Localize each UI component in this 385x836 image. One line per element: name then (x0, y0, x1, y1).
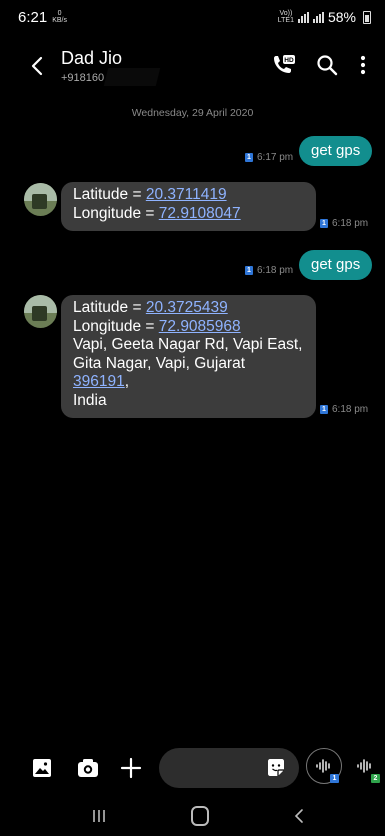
hd-call-icon[interactable]: HD (270, 53, 296, 77)
camera-icon[interactable] (77, 758, 99, 778)
menu-icon[interactable] (352, 53, 374, 77)
message-timestamp: 1 6:18 pm (320, 404, 368, 415)
contact-avatar[interactable] (24, 183, 57, 216)
outgoing-message-bubble[interactable]: get gps (299, 136, 373, 166)
status-bar: 6:21 0 KB/s Vo)) LTE1 58% (0, 0, 385, 34)
timestamp-text: 6:18 pm (332, 404, 369, 415)
plus-icon[interactable] (120, 757, 142, 779)
timestamp-text: 6:18 pm (332, 218, 369, 229)
sim-2-badge: 2 (371, 774, 380, 783)
timestamp-text: 6:18 pm (257, 265, 294, 276)
network-speed: 0 KB/s (52, 10, 67, 24)
contact-name[interactable]: Dad Jio (61, 48, 122, 69)
pincode-link[interactable]: 396191 (73, 373, 125, 390)
longitude-link[interactable]: 72.9108047 (159, 205, 241, 222)
message-timestamp: 1 6:18 pm (320, 218, 368, 229)
sim-1-icon: 1 (320, 219, 328, 228)
redaction-mark (103, 68, 161, 86)
svg-text:HD: HD (284, 57, 294, 64)
message-composer: 1 2 (0, 744, 385, 792)
longitude-line: Longitude = 72.9108047 (73, 205, 304, 224)
address-comma: , (124, 373, 130, 390)
lte-label: LTE1 (277, 17, 294, 24)
date-divider: Wednesday, 29 April 2020 (131, 107, 254, 119)
longitude-link[interactable]: 72.9085968 (159, 318, 241, 335)
latitude-line: Latitude = 20.3725439 (73, 299, 304, 318)
address-line-3: India (73, 391, 107, 409)
signal-2-icon (312, 11, 324, 23)
latitude-link[interactable]: 20.3725439 (146, 299, 228, 316)
message-timestamp: 1 6:17 pm (245, 152, 293, 163)
signal-1-icon (297, 11, 309, 23)
nav-back-icon[interactable] (292, 808, 306, 824)
latitude-label: Latitude = (73, 299, 146, 316)
sim-1-icon: 1 (245, 153, 253, 162)
message-timestamp: 1 6:18 pm (245, 265, 293, 276)
home-icon[interactable] (191, 806, 209, 826)
latitude-link[interactable]: 20.3711419 (146, 186, 227, 203)
contact-number: +918160 (61, 72, 105, 84)
sim-1-icon: 1 (245, 266, 253, 275)
network-speed-unit: KB/s (52, 17, 67, 24)
status-time: 6:21 (18, 8, 48, 26)
address-text: Gita Nagar, Vapi, Gujarat (73, 354, 246, 372)
sticker-icon[interactable] (266, 758, 286, 778)
incoming-message-bubble[interactable]: Latitude = 20.3725439 Longitude = 72.908… (61, 295, 316, 418)
navigation-bar (0, 792, 385, 836)
search-icon[interactable] (316, 54, 338, 76)
longitude-line: Longitude = 72.9085968 (73, 318, 304, 337)
timestamp-text: 6:17 pm (257, 152, 294, 163)
longitude-label: Longitude = (73, 204, 159, 222)
address-line-1: Vapi, Geeta Nagar Rd, Vapi East, (73, 336, 303, 353)
voice-wave-icon (357, 759, 371, 773)
latitude-line: Latitude = 20.3711419 (73, 186, 304, 205)
battery-percent: 58% (327, 9, 356, 25)
contact-avatar[interactable] (24, 295, 57, 328)
volte-label: Vo)) (279, 10, 293, 17)
back-icon[interactable] (26, 54, 50, 78)
conversation-header: Dad Jio +918160 HD (0, 40, 385, 92)
battery-icon (363, 10, 371, 24)
address-line-2: Gita Nagar, Vapi, Gujarat 396191, (73, 355, 304, 392)
network-speed-value: 0 (57, 10, 62, 17)
sim-1-badge: 1 (330, 774, 339, 783)
recents-icon[interactable] (91, 808, 107, 824)
incoming-message-bubble[interactable]: Latitude = 20.3711419 Longitude = 72.910… (61, 182, 316, 231)
outgoing-message-bubble[interactable]: get gps (299, 250, 373, 280)
gallery-icon[interactable] (32, 758, 52, 778)
volte-indicator: Vo)) LTE1 (278, 10, 294, 24)
sim-1-icon: 1 (320, 405, 328, 414)
latitude-label: Latitude = (73, 186, 146, 203)
longitude-label: Longitude = (73, 317, 159, 335)
voice-wave-icon (316, 759, 330, 773)
